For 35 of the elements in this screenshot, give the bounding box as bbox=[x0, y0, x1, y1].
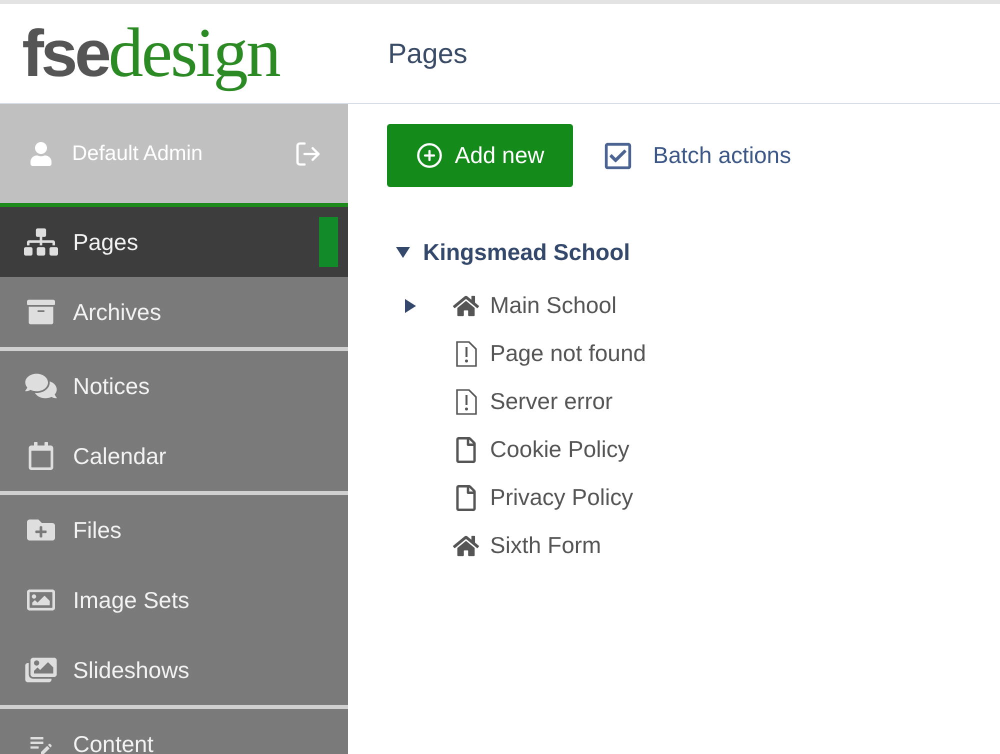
house-icon bbox=[453, 294, 479, 318]
sidebar-label: Notices bbox=[73, 372, 150, 401]
sitemap-icon bbox=[24, 228, 58, 256]
caret-down-icon[interactable] bbox=[395, 244, 411, 260]
speech-bubbles-icon bbox=[24, 372, 58, 400]
sidebar-label: Image Sets bbox=[73, 586, 190, 615]
batch-actions-button[interactable]: Batch actions bbox=[603, 138, 792, 173]
house-icon bbox=[453, 534, 479, 558]
tree-item-label[interactable]: Cookie Policy bbox=[490, 432, 630, 467]
sidebar-item[interactable]: Pages bbox=[0, 207, 348, 277]
active-indicator bbox=[319, 217, 338, 267]
tree-item-label[interactable]: Sixth Form bbox=[490, 528, 602, 563]
tree-item-label[interactable]: Page not found bbox=[490, 336, 646, 371]
tree-item-label[interactable]: Privacy Policy bbox=[490, 480, 634, 515]
caret-right-icon[interactable] bbox=[402, 298, 418, 314]
plus-circle-icon bbox=[416, 142, 443, 169]
user-icon bbox=[30, 142, 52, 166]
page-title: Pages bbox=[388, 36, 468, 71]
sidebar-label: Calendar bbox=[73, 442, 166, 471]
logo-text: fse bbox=[22, 20, 108, 86]
images-icon bbox=[24, 656, 58, 684]
tree-item-label[interactable]: Main School bbox=[490, 288, 617, 323]
tree-root-label[interactable]: Kingsmead School bbox=[423, 235, 630, 270]
checkbox-icon bbox=[603, 140, 633, 170]
warning-document-icon bbox=[455, 340, 477, 366]
sidebar-label: Archives bbox=[73, 298, 162, 327]
sidebar-label: Files bbox=[73, 516, 122, 545]
sidebar-label: Slideshows bbox=[73, 656, 190, 685]
sidebar-label: Content bbox=[73, 730, 154, 754]
add-new-button[interactable]: Add new bbox=[387, 124, 573, 187]
archive-box-icon bbox=[24, 298, 58, 326]
sidebar-label: Pages bbox=[73, 228, 138, 257]
warning-document-icon bbox=[455, 388, 477, 414]
tree-item-label[interactable]: Server error bbox=[490, 384, 613, 419]
user-name: Default Admin bbox=[72, 140, 203, 167]
